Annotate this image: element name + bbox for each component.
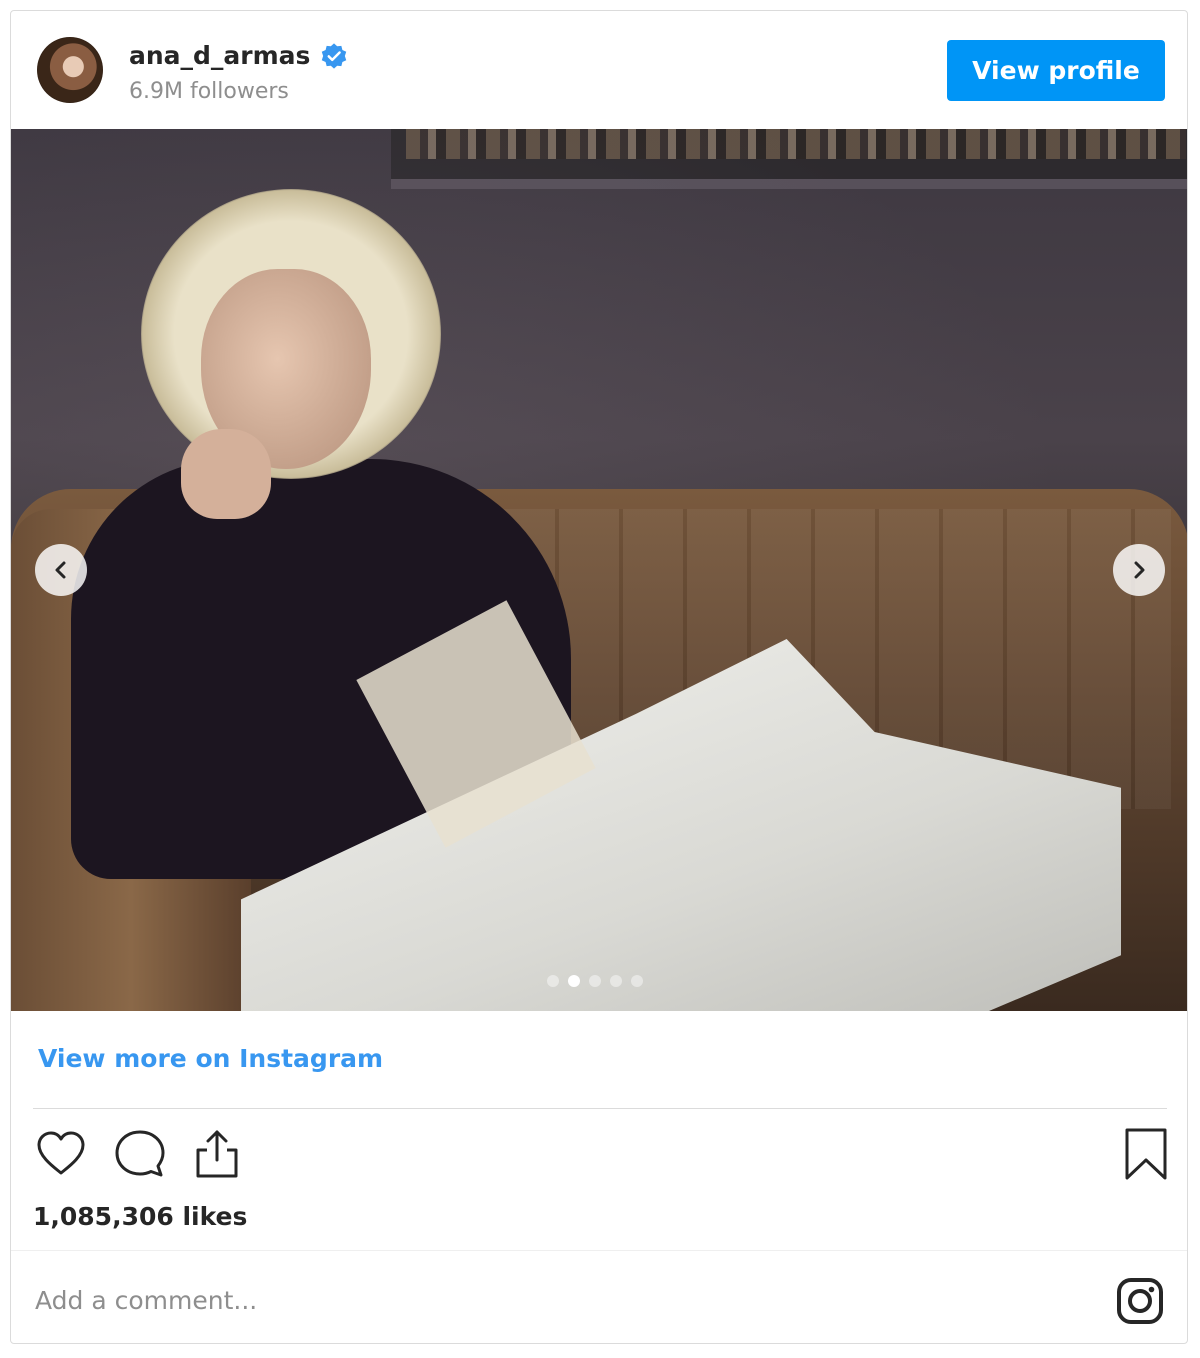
action-bar	[33, 1126, 245, 1182]
carousel-dot	[547, 975, 559, 987]
post-photo[interactable]	[11, 129, 1187, 1011]
username-row: ana_d_armas	[129, 41, 348, 70]
heart-icon	[37, 1131, 85, 1175]
chevron-right-icon	[1134, 561, 1145, 579]
post-header: ana_d_armas 6.9M followers View profile	[11, 11, 1187, 130]
carousel-dot	[631, 975, 643, 987]
save-button[interactable]	[1121, 1126, 1171, 1182]
carousel-dot	[589, 975, 601, 987]
instagram-embed-card: ana_d_armas 6.9M followers View profile	[10, 10, 1188, 1344]
share-button[interactable]	[189, 1126, 245, 1182]
carousel-dot	[568, 975, 580, 987]
verified-badge-icon	[322, 42, 347, 69]
instagram-icon[interactable]	[1115, 1276, 1165, 1326]
bookmark-icon	[1125, 1128, 1167, 1180]
divider	[11, 1250, 1187, 1251]
carousel-prev-button[interactable]	[35, 544, 87, 596]
view-profile-button[interactable]: View profile	[947, 40, 1165, 101]
photo-figure-hand	[181, 429, 271, 519]
follower-count: 6.9M followers	[129, 79, 289, 104]
like-button[interactable]	[33, 1126, 89, 1182]
avatar[interactable]	[37, 37, 103, 103]
comment-icon	[115, 1130, 165, 1177]
carousel-next-button[interactable]	[1113, 544, 1165, 596]
carousel-dots	[547, 975, 643, 987]
carousel-dot	[610, 975, 622, 987]
comment-input[interactable]	[33, 1273, 1087, 1327]
chevron-left-icon	[55, 561, 66, 579]
share-icon	[196, 1130, 238, 1178]
like-count: 1,085,306 likes	[33, 1202, 248, 1231]
view-more-link[interactable]: View more on Instagram	[38, 1044, 383, 1073]
username[interactable]: ana_d_armas	[129, 41, 310, 70]
divider	[33, 1108, 1167, 1109]
comment-button[interactable]	[111, 1126, 167, 1182]
